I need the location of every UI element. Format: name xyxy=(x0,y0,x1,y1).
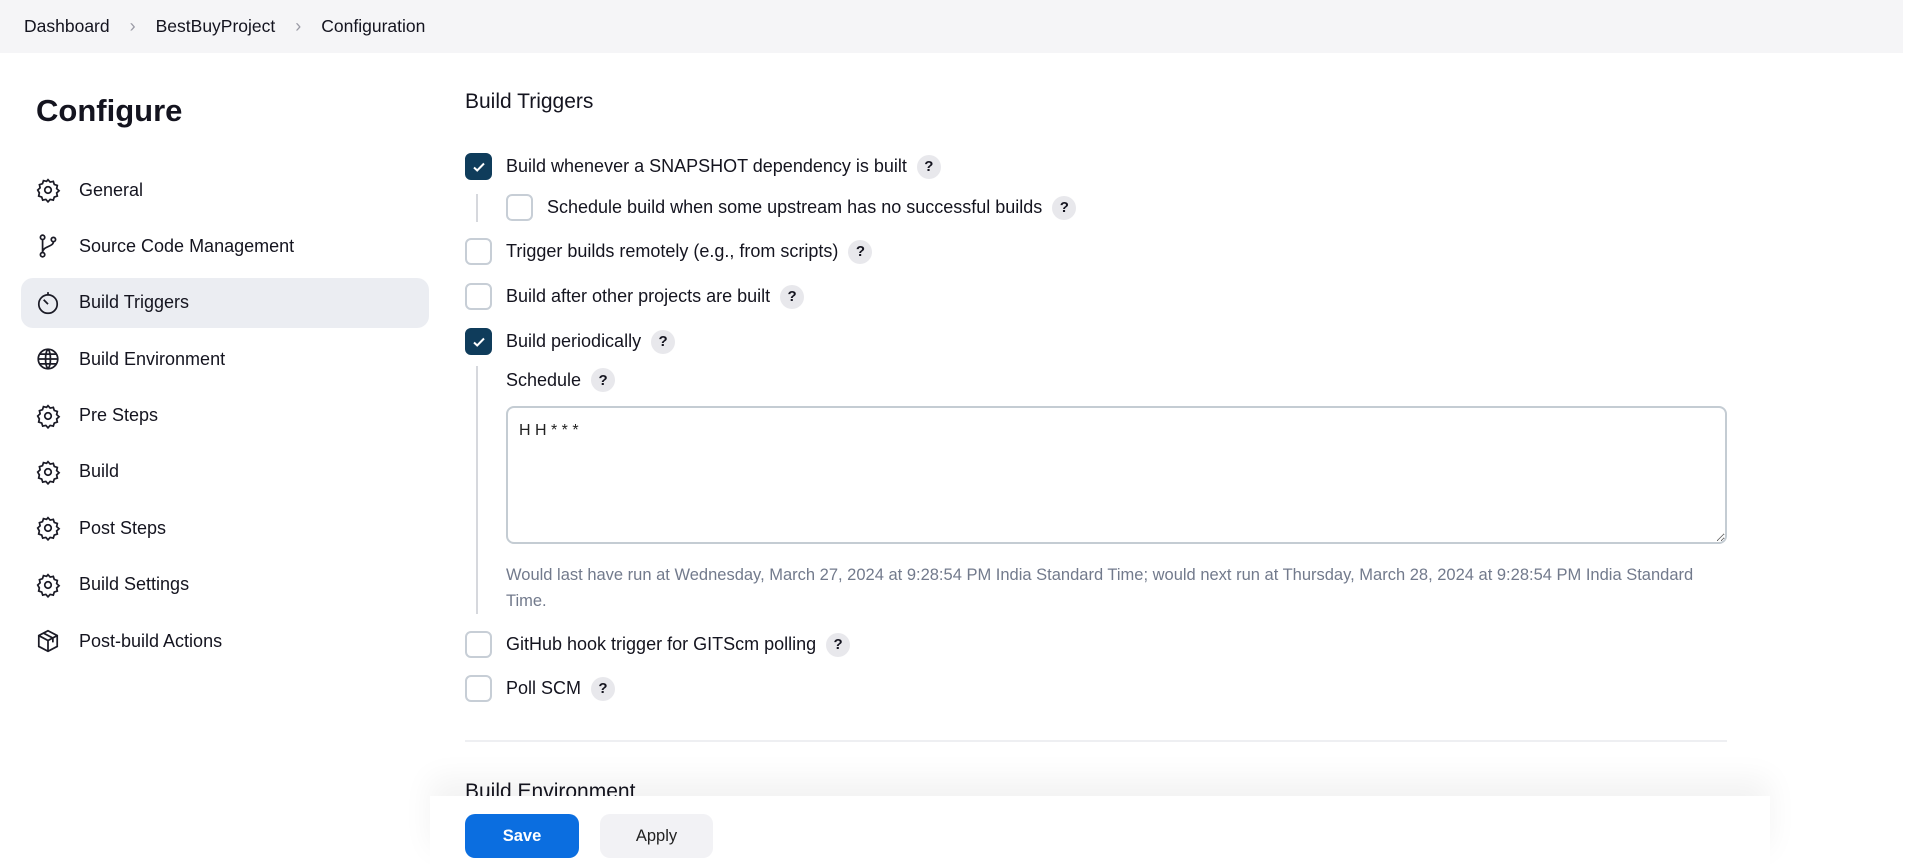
breadcrumb-project[interactable]: BestBuyProject xyxy=(156,16,276,37)
gear-icon xyxy=(36,178,61,203)
help-icon[interactable]: ? xyxy=(916,154,941,179)
help-icon[interactable]: ? xyxy=(1052,195,1077,220)
section-title: Build Triggers xyxy=(465,90,594,113)
check-icon xyxy=(472,162,485,172)
sidebar-item-source-code-management[interactable]: Source Code Management xyxy=(21,221,429,271)
package-icon xyxy=(37,629,59,653)
sidebar: General Source Code Management Build Trigg… xyxy=(21,165,429,673)
checkbox[interactable] xyxy=(465,631,492,658)
gear-icon xyxy=(36,403,61,429)
help-icon[interactable]: ? xyxy=(591,368,616,392)
apply-button[interactable]: Apply xyxy=(600,814,713,858)
checkbox[interactable] xyxy=(465,283,492,310)
checkbox[interactable] xyxy=(465,675,492,702)
sidebar-item-label: Build Triggers xyxy=(79,292,190,313)
help-icon[interactable]: ? xyxy=(780,284,805,309)
gear-icon xyxy=(36,460,61,485)
breadcrumb: Dashboard › BestBuyProject › Configurati… xyxy=(0,0,1903,53)
checkbox[interactable] xyxy=(506,194,533,221)
schedule-input[interactable]: H H * * * xyxy=(506,406,1727,544)
sidebar-item-label: General xyxy=(79,179,144,200)
divider xyxy=(465,740,1727,742)
trigger-option: Build periodically? xyxy=(465,328,676,355)
sidebar-item-post-steps[interactable]: Post Steps xyxy=(21,503,429,553)
trigger-option: Schedule build when some upstream has no… xyxy=(506,194,1077,221)
sidebar-item-build-environment[interactable]: Build Environment xyxy=(21,334,429,384)
nest-line xyxy=(476,194,478,222)
trigger-label[interactable]: Trigger builds remotely (e.g., from scri… xyxy=(506,241,838,262)
globe-icon xyxy=(37,348,59,370)
page-title: Configure xyxy=(36,93,183,128)
schedule-label: Schedule xyxy=(506,369,582,390)
trigger-label[interactable]: Poll SCM xyxy=(506,678,581,699)
help-icon[interactable]: ? xyxy=(591,676,616,701)
sidebar-item-label: Build Environment xyxy=(79,348,226,369)
sidebar-item-build-triggers[interactable]: Build Triggers xyxy=(21,277,429,328)
nest-line xyxy=(476,366,478,614)
breadcrumb-dashboard[interactable]: Dashboard xyxy=(24,16,110,37)
help-icon[interactable]: ? xyxy=(651,329,676,354)
checkbox[interactable] xyxy=(465,328,492,355)
trigger-label[interactable]: Schedule build when some upstream has no… xyxy=(547,197,1042,218)
trigger-label[interactable]: Build periodically xyxy=(506,331,641,352)
sidebar-item-post-build-actions[interactable]: Post-build Actions xyxy=(21,616,429,666)
trigger-option: GitHub hook trigger for GITScm polling? xyxy=(465,631,851,658)
checkbox[interactable] xyxy=(465,153,492,180)
checkbox[interactable] xyxy=(465,238,492,265)
help-icon[interactable]: ? xyxy=(848,239,873,264)
trigger-label[interactable]: Build whenever a SNAPSHOT dependency is … xyxy=(506,156,907,177)
chevron-right-icon: › xyxy=(295,16,302,36)
sidebar-item-label: Source Code Management xyxy=(79,235,295,256)
sidebar-item-label: Post Steps xyxy=(79,517,167,538)
breadcrumb-configuration[interactable]: Configuration xyxy=(321,16,425,37)
schedule-hint: Would last have run at Wednesday, March … xyxy=(506,566,1694,610)
trigger-label[interactable]: GitHub hook trigger for GITScm polling xyxy=(506,634,816,655)
sidebar-item-label: Pre Steps xyxy=(79,405,159,426)
sidebar-item-label: Build Settings xyxy=(79,574,190,595)
trigger-option: Trigger builds remotely (e.g., from scri… xyxy=(465,238,873,265)
gear-icon xyxy=(36,516,61,542)
sidebar-item-general[interactable]: General xyxy=(21,165,429,215)
gear-icon xyxy=(36,573,61,598)
sidebar-item-label: Post-build Actions xyxy=(79,630,223,651)
trigger-option: Poll SCM? xyxy=(465,675,616,702)
timer-icon xyxy=(37,291,59,314)
save-button[interactable]: Save xyxy=(465,814,579,858)
trigger-option: Build whenever a SNAPSHOT dependency is … xyxy=(465,153,941,180)
trigger-label[interactable]: Build after other projects are built xyxy=(506,286,770,307)
help-icon[interactable]: ? xyxy=(826,632,851,657)
trigger-option: Build after other projects are built? xyxy=(465,283,805,310)
chevron-right-icon: › xyxy=(129,16,136,36)
check-icon xyxy=(472,337,485,347)
sidebar-item-build[interactable]: Build xyxy=(21,447,429,497)
schedule-label-row: Schedule ? xyxy=(506,368,616,392)
sidebar-item-label: Build xyxy=(79,461,120,482)
sidebar-item-pre-steps[interactable]: Pre Steps xyxy=(21,391,429,441)
branch-icon xyxy=(39,234,57,259)
sidebar-item-build-settings[interactable]: Build Settings xyxy=(21,560,429,610)
footer-bar: Save Apply xyxy=(430,796,1770,867)
